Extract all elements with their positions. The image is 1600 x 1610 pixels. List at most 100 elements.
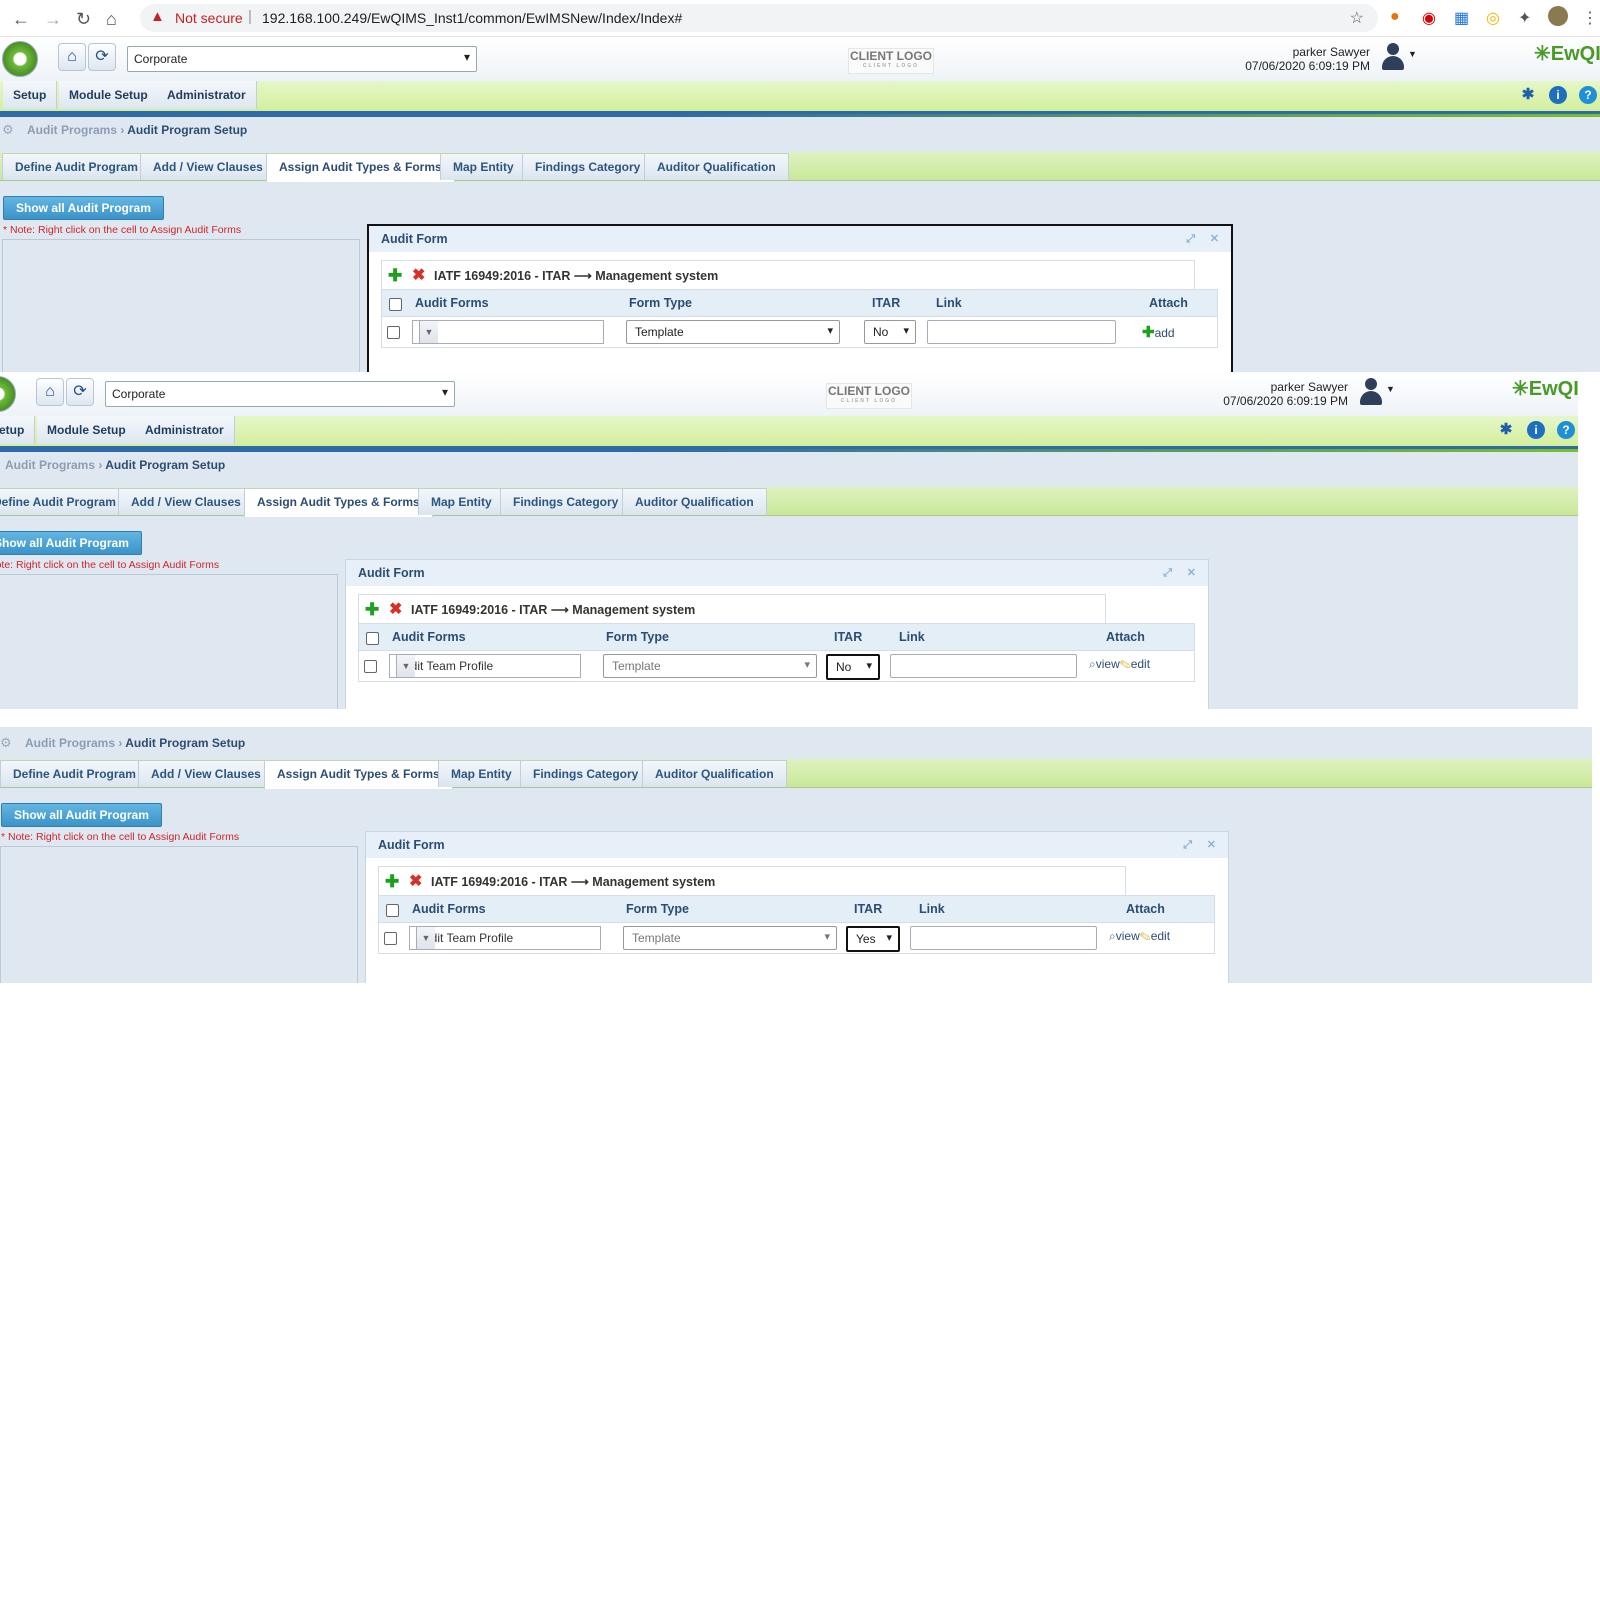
col-audit-forms[interactable]: Audit Forms [392,630,466,644]
extension-windows-icon[interactable]: ▦ [1454,8,1469,28]
add-row-icon[interactable]: ✚ [388,266,402,286]
breadcrumb-home-icon[interactable]: ⚙ [0,735,12,750]
breadcrumb-home-icon[interactable]: ⚙ [2,122,14,137]
info-icon[interactable]: i [1527,421,1545,439]
profile-avatar-icon[interactable] [1548,6,1568,26]
col-attach[interactable]: Attach [1126,902,1165,916]
maximize-icon[interactable]: ⤢ [1183,832,1192,858]
breadcrumb-parent[interactable]: Audit Programs [5,458,95,472]
col-attach[interactable]: Attach [1149,296,1188,310]
itar-select[interactable]: Yes ▾ [846,926,900,952]
reload-icon[interactable]: ↻ [76,9,91,30]
link-input[interactable] [890,654,1077,678]
col-attach[interactable]: Attach [1106,630,1145,644]
tab-findings-category[interactable]: Findings Category [500,488,632,515]
form-type-select[interactable]: Template ▾ [623,926,837,950]
user-avatar-icon[interactable] [1360,378,1382,406]
edit-icon[interactable]: ✎ [1140,929,1151,943]
col-form-type[interactable]: Form Type [606,630,669,644]
delete-row-icon[interactable]: ✖ [412,265,425,285]
forward-icon[interactable]: → [44,9,62,30]
link-input[interactable] [910,926,1097,950]
dropdown-arrow-icon[interactable]: ▼ [416,927,435,949]
refresh-button[interactable]: ⟳ [88,43,116,71]
col-audit-forms[interactable]: Audit Forms [412,902,486,916]
help-icon[interactable]: ? [1579,86,1597,104]
menu-setup[interactable]: Setup [3,81,58,109]
close-icon[interactable]: ✕ [1210,226,1219,252]
dropdown-arrow-icon[interactable]: ▼ [396,655,415,677]
select-all-checkbox[interactable] [386,904,399,917]
col-form-type[interactable]: Form Type [629,296,692,310]
show-all-audit-program-button[interactable]: Show all Audit Program [0,531,142,555]
tab-add-view-clauses[interactable]: Add / View Clauses [118,488,254,515]
caret-down-icon[interactable]: ▼ [1408,49,1417,59]
row-checkbox[interactable] [364,660,377,673]
home-icon[interactable]: ⌂ [106,9,117,30]
maximize-icon[interactable]: ⤢ [1186,226,1195,252]
browser-menu-icon[interactable]: ⋮ [1582,8,1598,28]
itar-select[interactable]: No ▾ [826,654,880,680]
audit-form-combo[interactable]: Audit Team Profile ▼ [409,926,601,950]
row-checkbox[interactable] [387,326,400,339]
attach-add-link[interactable]: ✚add [1142,323,1175,341]
home-button[interactable]: ⌂ [58,43,86,71]
delete-row-icon[interactable]: ✖ [409,871,422,891]
tab-auditor-qualification[interactable]: Auditor Qualification [622,488,767,515]
tab-auditor-qualification[interactable]: Auditor Qualification [642,760,787,787]
add-row-icon[interactable]: ✚ [385,872,399,892]
edit-icon[interactable]: ✎ [1120,657,1131,671]
caret-down-icon[interactable]: ▼ [1386,384,1395,394]
audit-form-combo[interactable]: ▼ [412,320,604,344]
tab-define-audit-program[interactable]: Define Audit Program [0,760,149,787]
col-itar[interactable]: ITAR [854,902,882,916]
tab-define-audit-program[interactable]: Define Audit Program [2,153,151,180]
col-itar[interactable]: ITAR [834,630,862,644]
itar-select[interactable]: No ▾ [864,320,916,344]
tab-map-entity[interactable]: Map Entity [440,153,527,180]
tab-findings-category[interactable]: Findings Category [520,760,652,787]
tab-assign-audit-types-forms[interactable]: Assign Audit Types & Forms [266,153,455,182]
select-all-checkbox[interactable] [366,632,379,645]
help-icon[interactable]: ? [1557,421,1575,439]
address-bar[interactable]: ▲ Not secure | 192.168.100.249/EwQIMS_In… [140,4,1378,32]
show-all-audit-program-button[interactable]: Show all Audit Program [1,803,162,827]
bookmark-star-icon[interactable]: ☆ [1350,8,1364,28]
form-type-select[interactable]: Template ▾ [603,654,817,678]
company-select[interactable]: Corporate ▾ [105,381,455,407]
delete-row-icon[interactable]: ✖ [389,599,402,619]
info-icon[interactable]: i [1549,86,1567,104]
audit-form-combo[interactable]: Audit Team Profile ▼ [389,654,581,678]
extension-chrome-icon[interactable]: ◎ [1486,8,1500,28]
select-all-checkbox[interactable] [389,298,402,311]
pin-icon[interactable]: ✱ [1497,421,1515,439]
col-itar[interactable]: ITAR [872,296,900,310]
pin-icon[interactable]: ✱ [1519,86,1537,104]
tab-findings-category[interactable]: Findings Category [522,153,654,180]
tab-add-view-clauses[interactable]: Add / View Clauses [138,760,274,787]
form-type-select[interactable]: Template ▾ [626,320,840,344]
user-avatar-icon[interactable] [1382,43,1404,71]
close-icon[interactable]: ✕ [1207,832,1216,858]
home-button[interactable]: ⌂ [36,378,64,406]
attach-edit-link[interactable]: edit [1131,657,1150,671]
breadcrumb-parent[interactable]: Audit Programs [25,736,115,750]
close-icon[interactable]: ✕ [1187,560,1196,586]
url-text[interactable]: 192.168.100.249/EwQIMS_Inst1/common/EwIM… [262,10,682,26]
menu-module-setup[interactable]: Module Setup [59,81,159,109]
menu-administrator[interactable]: Administrator [157,81,257,109]
add-row-icon[interactable]: ✚ [365,600,379,620]
attach-edit-link[interactable]: edit [1151,929,1170,943]
tab-map-entity[interactable]: Map Entity [418,488,505,515]
refresh-button[interactable]: ⟳ [66,378,94,406]
col-form-type[interactable]: Form Type [626,902,689,916]
tab-assign-audit-types-forms[interactable]: Assign Audit Types & Forms [244,488,433,517]
col-link[interactable]: Link [919,902,945,916]
view-icon[interactable]: ⌕ [1109,929,1116,943]
col-link[interactable]: Link [936,296,962,310]
menu-administrator[interactable]: Administrator [135,416,235,444]
link-input[interactable] [927,320,1116,344]
tab-define-audit-program[interactable]: Define Audit Program [0,488,129,515]
row-checkbox[interactable] [384,932,397,945]
attach-view-link[interactable]: view [1116,929,1140,943]
